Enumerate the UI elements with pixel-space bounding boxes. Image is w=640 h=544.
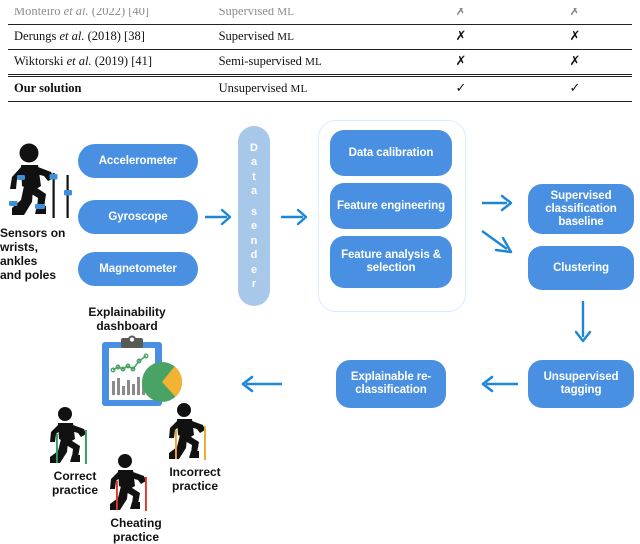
table-cell-method: Supervised ML	[210, 24, 404, 50]
pill-data-sender[interactable]: D a t a s e n d e r	[238, 126, 270, 306]
pill-feature-engineering[interactable]: Feature engineering	[330, 183, 452, 229]
reference-etal: et al.	[66, 54, 92, 68]
pill-feature-analysis-selection[interactable]: Feature analysis & selection	[330, 236, 452, 288]
caption-line: Sensors on	[0, 226, 66, 240]
caption-line: practice	[112, 530, 160, 544]
pole-right	[116, 481, 118, 510]
reference-etal: et al.	[59, 29, 85, 43]
pole-right	[175, 430, 177, 459]
caption-line: and poles	[0, 268, 57, 282]
reference-year-cite: (2019) [41]	[94, 54, 153, 68]
data-sender-letter: D	[250, 141, 258, 154]
arrow-preprocess-to-supervised	[482, 192, 516, 214]
sensor-band	[17, 175, 25, 180]
sensor-band	[35, 204, 45, 209]
table-cell-reference: Wiktorski et al. (2019) [41]	[8, 49, 211, 76]
pole-left	[204, 426, 206, 460]
table-cell-col3: ✗	[403, 24, 518, 50]
data-sender-letter: n	[250, 234, 258, 247]
pill-supervised-classification-baseline[interactable]: Supervised classification baseline	[528, 184, 634, 234]
pill-clustering[interactable]: Clustering	[528, 246, 634, 290]
comparison-table: Monteiro et al. (2022) [40] Supervised M…	[8, 0, 632, 102]
arrow-sensors-to-sender	[205, 206, 235, 228]
dashboard-caption: Explainability dashboard	[62, 305, 192, 333]
walker-cheating-icon	[106, 453, 166, 515]
caption-line: Explainability	[88, 305, 166, 319]
sensor-band	[9, 201, 18, 206]
reference-author: Derungs	[14, 29, 57, 43]
pill-accelerometer[interactable]: Accelerometer	[78, 144, 198, 178]
table-cell-reference: Derungs et al. (2018) [38]	[8, 24, 211, 50]
method-label: Supervised	[218, 29, 275, 43]
method-label: Unsupervised	[218, 81, 288, 95]
caption-line: wrists,	[0, 240, 39, 254]
pill-unsupervised-tagging[interactable]: Unsupervised tagging	[528, 360, 634, 408]
table-cell-col3: ✗	[403, 49, 518, 76]
architecture-diagram: Sensors on wrists, ankles and poles Acce…	[0, 96, 640, 544]
method-ml-label: ML	[305, 56, 322, 68]
data-sender-letter: r	[251, 278, 257, 290]
clipboard-chart-dashboard-icon	[100, 335, 184, 408]
reference-author: Wiktorski	[14, 54, 64, 68]
table-top-clip-mask	[0, 0, 640, 8]
arrow-preprocess-to-clustering	[481, 228, 516, 258]
data-sender-letter: d	[250, 249, 258, 261]
arrow-reclassification-to-dashboard	[238, 373, 286, 395]
caption-line: Cheating	[110, 516, 162, 530]
table-cell-col4: ✗	[517, 49, 632, 76]
walker-correct-icon	[46, 406, 106, 468]
arrow-clustering-to-tagging	[572, 301, 594, 347]
caption-line: dashboard	[96, 319, 158, 333]
data-sender-letter: e	[250, 263, 258, 276]
pill-explainable-reclassification[interactable]: Explainable re-classification	[336, 360, 446, 408]
method-ml-label: ML	[290, 83, 308, 95]
arrow-tagging-to-reclassification	[478, 373, 522, 395]
sensor-band	[64, 190, 72, 196]
arrow-sender-to-preprocess	[281, 206, 311, 228]
method-ml-label: ML	[277, 31, 295, 43]
nordic-walking-person-icon	[8, 142, 76, 228]
comparison-table-element: Monteiro et al. (2022) [40] Supervised M…	[8, 0, 632, 102]
table-row: Derungs et al. (2018) [38] Supervised ML…	[8, 24, 632, 50]
data-sender-letter: a	[250, 185, 258, 197]
sensor-source-caption: Sensors on wrists, ankles and poles	[0, 226, 80, 282]
sensor-band	[49, 174, 58, 180]
pill-data-calibration[interactable]: Data calibration	[330, 130, 452, 176]
data-sender-letter: t	[252, 170, 256, 183]
pole-left	[85, 430, 87, 464]
reference-year-cite: (2018) [38]	[87, 29, 145, 43]
table-cell-col4: ✗	[517, 24, 632, 50]
data-sender-letter: s	[250, 205, 258, 218]
data-sender-letter: a	[250, 156, 258, 168]
pole-right	[56, 434, 58, 463]
method-label: Semi-supervised	[218, 54, 302, 68]
data-sender-letter: e	[250, 220, 258, 232]
walker-incorrect-icon	[165, 402, 225, 464]
pole-left	[145, 477, 147, 511]
pill-magnetometer[interactable]: Magnetometer	[78, 252, 198, 286]
table-cell-method: Semi-supervised ML	[210, 49, 404, 76]
pill-gyroscope[interactable]: Gyroscope	[78, 200, 198, 234]
caption-line: ankles	[0, 254, 38, 268]
table-row: Wiktorski et al. (2019) [41] Semi-superv…	[8, 49, 632, 76]
